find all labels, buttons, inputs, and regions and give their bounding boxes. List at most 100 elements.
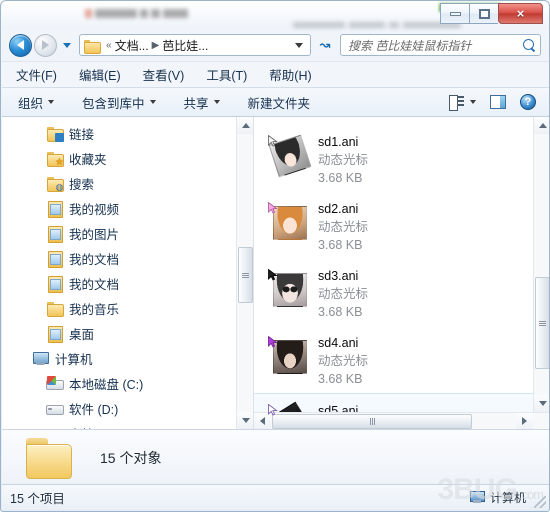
include-in-library-label: 包含到库中: [82, 96, 145, 111]
help-icon[interactable]: ?: [520, 94, 536, 110]
menu-item-view[interactable]: 查看(V): [143, 65, 185, 84]
sidebar-item-computer[interactable]: 计算机: [2, 346, 253, 371]
include-in-library-button[interactable]: 包含到库中: [82, 93, 156, 112]
sidebar-item-links[interactable]: 链接: [2, 121, 253, 146]
filelist-scrollbar[interactable]: [533, 117, 549, 429]
address-overflow-chevron[interactable]: «: [106, 40, 112, 51]
navpane-scrollbar[interactable]: [236, 117, 253, 429]
file-type: 动态光标: [318, 287, 369, 301]
menu-item-file[interactable]: 文件(F): [16, 65, 57, 84]
breadcrumb-item-current[interactable]: 芭比娃...: [162, 37, 208, 54]
filelist-scroll-thumb[interactable]: [535, 277, 549, 369]
file-name: sd4.ani: [318, 336, 359, 350]
maximize-icon: [478, 8, 490, 19]
folder-star-icon: ★: [46, 151, 64, 168]
cursor-arrow-icon: [268, 269, 278, 281]
explorer-window: × « 文档... ▶ 芭比娃... ↝ 搜索 芭比娃娃鼠标指针 文件(F) 编…: [0, 0, 550, 512]
address-bar[interactable]: « 文档... ▶ 芭比娃...: [79, 34, 311, 56]
navpane-scroll-up-button[interactable]: [237, 117, 253, 134]
sidebar-item-my-pictures[interactable]: 我的图片: [2, 221, 253, 246]
file-size: 3.68 KB: [318, 372, 363, 386]
search-input[interactable]: 搜索 芭比娃娃鼠标指针: [340, 34, 541, 56]
maximize-button[interactable]: [469, 3, 498, 24]
address-dropdown-button[interactable]: [290, 42, 308, 48]
cursor-arrow-icon: [268, 202, 278, 214]
drive-icon: [46, 401, 64, 416]
list-item[interactable]: sd2.ani 动态光标 3.68 KB: [254, 192, 549, 259]
chevron-down-icon: [470, 100, 476, 104]
sidebar-item-favorites[interactable]: ★ 收藏夹: [2, 146, 253, 171]
sidebar-item-my-documents-1[interactable]: 我的文档: [2, 246, 253, 271]
cursor-arrow-icon: [268, 336, 278, 348]
file-type: 动态光标: [318, 220, 369, 234]
sidebar-item-drive-e[interactable]: 文档 (E:): [2, 421, 253, 429]
back-button[interactable]: [9, 33, 32, 57]
view-list-icon: [449, 95, 464, 111]
organize-label: 组织: [18, 96, 44, 111]
change-view-button[interactable]: [449, 95, 476, 111]
new-folder-label: 新建文件夹: [247, 96, 311, 111]
chevron-down-icon: [538, 401, 547, 406]
close-button[interactable]: ×: [498, 3, 543, 24]
chevron-right-icon: [522, 417, 527, 425]
filelist-hscrollbar[interactable]: [254, 412, 549, 429]
sidebar-item-searches[interactable]: ◍ 搜索: [2, 171, 253, 196]
sidebar-item-my-music[interactable]: 我的音乐: [2, 296, 253, 321]
list-item[interactable]: sd1.ani 动态光标 3.68 KB: [254, 125, 549, 192]
chevron-down-icon: [48, 100, 55, 104]
breadcrumb-item-documents[interactable]: 文档...: [115, 37, 149, 54]
file-thumbnail: [268, 269, 308, 309]
sidebar-item-local-disk-c[interactable]: 本地磁盘 (C:): [2, 371, 253, 396]
chevron-down-icon: [241, 418, 250, 423]
sidebar-item-desktop[interactable]: 桌面: [2, 321, 253, 346]
navigation-bar: « 文档... ▶ 芭比娃... ↝ 搜索 芭比娃娃鼠标指针: [1, 29, 549, 61]
sidebar-item-my-videos[interactable]: 我的视频: [2, 196, 253, 221]
sidebar-item-label: 本地磁盘 (C:): [69, 378, 144, 392]
menu-item-help[interactable]: 帮助(H): [269, 65, 311, 84]
list-item[interactable]: sd4.ani 动态光标 3.68 KB: [254, 326, 549, 393]
navigation-tree: 链接 ★ 收藏夹 ◍ 搜索 我的视频 我的图片 我的文档 我的文档 我的音乐 桌…: [2, 117, 253, 429]
magnifier-badge-icon: ◍: [55, 182, 64, 192]
menu-item-edit[interactable]: 编辑(E): [79, 65, 121, 84]
sidebar-item-drive-d[interactable]: 软件 (D:): [2, 396, 253, 421]
resize-grip[interactable]: [534, 496, 546, 508]
file-info: sd4.ani 动态光标 3.68 KB: [318, 330, 368, 388]
toolbar-right-group: ?: [449, 94, 542, 111]
folder-icon: [84, 39, 101, 54]
sidebar-item-label: 计算机: [55, 353, 93, 367]
menu-item-tools[interactable]: 工具(T): [206, 65, 247, 84]
folder-pictures-icon: [46, 226, 63, 243]
new-folder-button[interactable]: 新建文件夹: [248, 93, 311, 112]
cursor-arrow-icon: [268, 135, 278, 147]
filelist-scroll-up-button[interactable]: [534, 117, 549, 134]
share-button[interactable]: 共享: [184, 93, 220, 112]
file-name: sd2.ani: [318, 202, 359, 216]
star-badge-icon: ★: [55, 156, 64, 168]
navpane-scroll-down-button[interactable]: [237, 412, 253, 429]
recent-pages-button[interactable]: [61, 36, 73, 54]
file-list-pane: sd1.ani 动态光标 3.68 KB sd2.ani 动态光标 3.68 K…: [254, 117, 549, 429]
preview-pane-icon[interactable]: [490, 95, 506, 109]
refresh-button[interactable]: ↝: [314, 34, 336, 56]
sidebar-item-my-documents-2[interactable]: 我的文档: [2, 271, 253, 296]
filelist-scroll-right-button[interactable]: [516, 412, 533, 429]
status-bar: 15 个项目 计算机: [2, 484, 549, 510]
folder-desktop-icon: [46, 326, 63, 343]
computer-icon: [32, 351, 49, 366]
window-title-blurred: [85, 7, 245, 20]
filelist-scroll-down-button[interactable]: [534, 395, 549, 412]
list-item[interactable]: sd3.ani 动态光标 3.68 KB: [254, 259, 549, 326]
breadcrumb-separator-icon: ▶: [151, 39, 160, 51]
grip-icon: [242, 272, 249, 278]
navpane-scroll-thumb[interactable]: [238, 247, 253, 303]
organize-button[interactable]: 组织: [18, 93, 55, 112]
file-info: sd3.ani 动态光标 3.68 KB: [318, 263, 368, 321]
minimize-button[interactable]: [440, 3, 469, 24]
folder-documents-icon: [46, 276, 63, 293]
share-label: 共享: [183, 96, 209, 111]
folder-search-icon: ◍: [46, 176, 64, 192]
window-controls: ×: [440, 3, 543, 24]
file-name: sd1.ani: [318, 135, 359, 149]
filelist-hscroll-thumb[interactable]: [272, 414, 472, 429]
forward-button[interactable]: [34, 33, 57, 57]
